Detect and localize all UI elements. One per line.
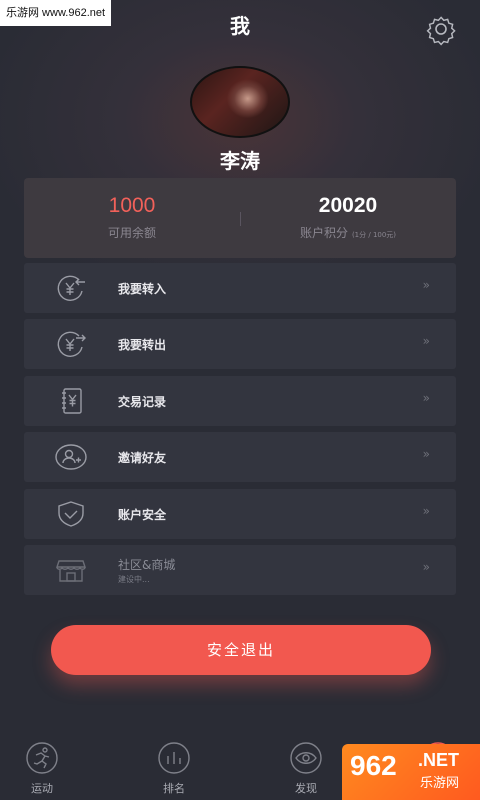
menu-label-security: 账户安全 bbox=[118, 508, 167, 522]
gear-icon bbox=[426, 16, 456, 46]
watermark-number: 962 bbox=[350, 750, 397, 781]
menu-label-transfer-out: 我要转出 bbox=[118, 338, 167, 352]
logout-button[interactable]: 安全退出 bbox=[51, 625, 431, 675]
points-label-row: 账户积分 (1分 / 100元) bbox=[240, 224, 456, 241]
watermark-top: 乐游网 www.962.net bbox=[0, 0, 112, 26]
username: 李涛 bbox=[220, 149, 260, 173]
menu-item-transfer-in[interactable]: 我要转入 » bbox=[24, 263, 456, 313]
menu-item-transactions[interactable]: 交易记录 » bbox=[24, 376, 456, 426]
chevron-right-icon: » bbox=[422, 560, 430, 574]
chevron-right-icon: » bbox=[422, 447, 430, 461]
menu-item-security[interactable]: 账户安全 » bbox=[24, 489, 456, 539]
ranking-bars-icon bbox=[156, 740, 192, 776]
tab-ranking[interactable]: 排名 bbox=[144, 740, 204, 796]
menu-item-transfer-out[interactable]: 我要转出 » bbox=[24, 319, 456, 369]
avatar[interactable] bbox=[190, 66, 290, 138]
balance-value: 1000 bbox=[108, 194, 156, 217]
settings-button[interactable] bbox=[424, 12, 458, 46]
watermark-text: 乐游网 bbox=[420, 776, 460, 791]
points-value: 20020 bbox=[318, 194, 378, 217]
running-icon bbox=[24, 740, 60, 776]
yen-notebook-icon bbox=[54, 386, 88, 416]
stats-card: 1000 可用余额 20020 账户积分 (1分 / 100元) bbox=[24, 178, 456, 258]
chevron-right-icon: » bbox=[422, 278, 430, 292]
tab-sport[interactable]: 运动 bbox=[12, 740, 72, 796]
invite-user-icon bbox=[54, 442, 88, 472]
tab-label-ranking: 排名 bbox=[163, 782, 185, 795]
balance-label: 可用余额 bbox=[107, 226, 156, 240]
shield-icon bbox=[54, 499, 88, 529]
points-label: 账户积分 bbox=[299, 226, 348, 240]
menu-sublabel-community: 建设中... bbox=[118, 575, 150, 584]
points-note: (1分 / 100元) bbox=[351, 231, 397, 239]
watermark-logo: 962 .NET 乐游网 bbox=[342, 744, 480, 800]
balance-stat[interactable]: 1000 可用余额 bbox=[24, 178, 240, 258]
menu-label-transfer-in: 我要转入 bbox=[118, 282, 167, 296]
tab-label-sport: 运动 bbox=[31, 782, 53, 795]
menu-item-invite[interactable]: 邀请好友 » bbox=[24, 432, 456, 482]
chevron-right-icon: » bbox=[422, 504, 430, 518]
menu-item-community[interactable]: 社区&商城 建设中... » bbox=[24, 545, 456, 595]
tab-label-discover: 发现 bbox=[295, 782, 317, 795]
yen-transfer-out-icon bbox=[54, 329, 88, 359]
tab-discover[interactable]: 发现 bbox=[276, 740, 336, 796]
yen-transfer-in-icon bbox=[54, 273, 88, 303]
menu-label-transactions: 交易记录 bbox=[118, 395, 167, 409]
chevron-right-icon: » bbox=[422, 334, 430, 348]
watermark-suffix: .NET bbox=[418, 750, 460, 770]
eye-icon bbox=[288, 740, 324, 776]
menu-label-invite: 邀请好友 bbox=[118, 451, 167, 465]
store-icon bbox=[54, 555, 88, 585]
points-stat[interactable]: 20020 账户积分 (1分 / 100元) bbox=[240, 178, 456, 258]
chevron-right-icon: » bbox=[422, 391, 430, 405]
menu-label-community: 社区&商城 bbox=[118, 558, 176, 572]
